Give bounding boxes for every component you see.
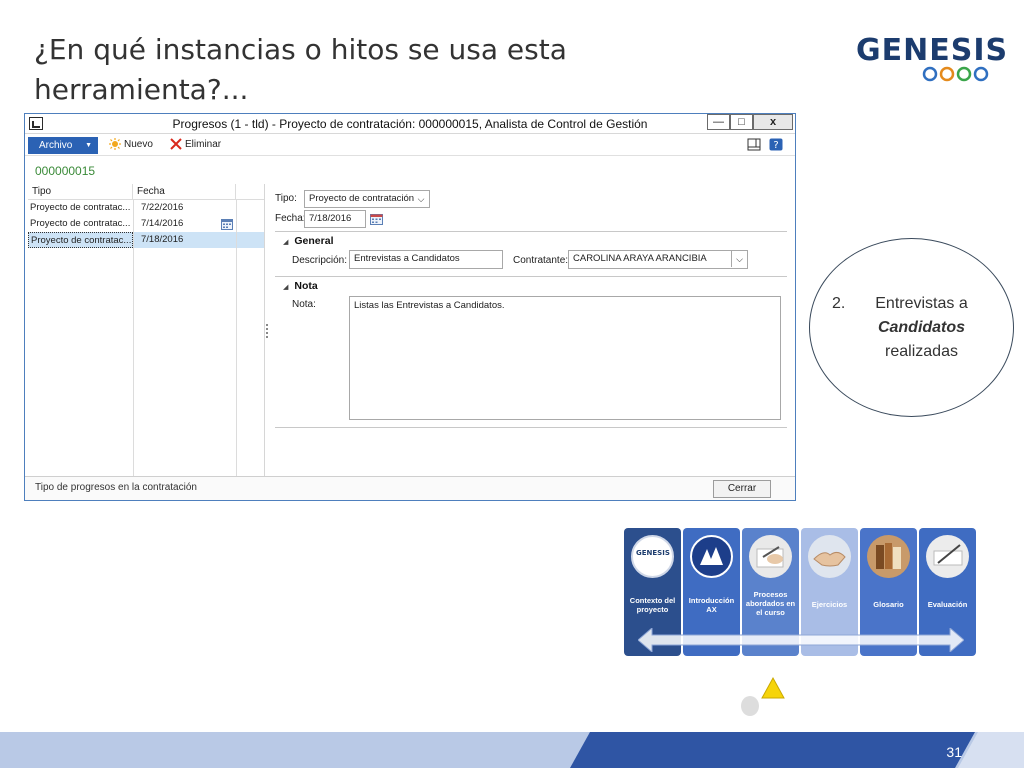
help-icon[interactable]: ? xyxy=(769,138,783,151)
pen-paper-icon xyxy=(926,535,969,578)
minimize-button[interactable]: — xyxy=(707,114,730,130)
books-icon xyxy=(867,535,910,578)
calendar-icon[interactable] xyxy=(221,218,233,230)
page-number: 31 xyxy=(946,744,962,760)
footer-band xyxy=(0,732,1024,768)
nav-tile-label: Ejercicios xyxy=(811,600,848,609)
nuevo-button[interactable]: Nuevo xyxy=(109,138,153,150)
handshake-icon xyxy=(808,535,851,578)
nav-tile-label: Introducción AX xyxy=(688,596,735,614)
delete-x-icon xyxy=(170,138,182,150)
status-bar: Tipo de progresos en la contratación Cer… xyxy=(25,476,795,500)
slide-title: ¿En qué instancias o hitos se usa esta h… xyxy=(34,33,567,106)
close-window-button[interactable]: x xyxy=(753,114,793,130)
toolbar: Archivo Nuevo Eliminar ? xyxy=(25,134,795,156)
course-nav-tiles: GENESIS Contexto del proyecto Introducci… xyxy=(624,528,978,658)
genesis-logo: GENESIS xyxy=(856,33,1009,86)
callout-line3: realizadas xyxy=(885,343,958,360)
nav-tile-label: Procesos abordados en el curso xyxy=(745,590,796,617)
nota-header-label: Nota xyxy=(294,280,318,292)
row-tipo-cell: Proyecto de contratac... xyxy=(30,202,131,213)
column-header-tipo[interactable]: Tipo xyxy=(28,184,133,199)
table-row[interactable]: Proyecto de contratac... 7/22/2016 xyxy=(28,200,264,216)
table-row-selected[interactable]: Proyecto de contratac... 7/18/2016 xyxy=(28,232,264,248)
eliminar-label: Eliminar xyxy=(185,138,222,150)
general-section-header[interactable]: ◢ General xyxy=(283,235,334,247)
tipo-label: Tipo: xyxy=(275,193,297,204)
cerrar-button[interactable]: Cerrar xyxy=(713,480,771,498)
contratante-label: Contratante: xyxy=(513,255,569,266)
record-id: 000000015 xyxy=(35,164,96,178)
dynamics-logo-icon xyxy=(690,535,733,578)
general-header-label: General xyxy=(294,235,334,247)
collapse-triangle-icon: ◢ xyxy=(283,284,289,291)
archivo-menu-button[interactable]: Archivo xyxy=(28,137,98,154)
nota-section-header[interactable]: ◢ Nota xyxy=(283,280,318,292)
descripcion-input[interactable]: Entrevistas a Candidatos xyxy=(349,250,503,269)
nav-tile-label: Evaluación xyxy=(927,600,968,609)
fecha-label: Fecha: xyxy=(275,213,306,224)
chevron-down-icon: ⌵ xyxy=(731,251,747,267)
writing-hand-icon xyxy=(749,535,792,578)
progress-list-grid: Tipo Fecha Proyecto de contratac... 7/22… xyxy=(28,184,265,476)
logo-text: GENESIS xyxy=(856,33,1009,68)
nota-textarea[interactable]: Listas las Entrevistas a Candidatos. xyxy=(349,296,781,420)
nota-label: Nota: xyxy=(292,299,316,310)
nav-tile-label: Contexto del proyecto xyxy=(629,596,676,614)
tipo-select[interactable]: Proyecto de contratación ⌵ xyxy=(304,190,430,208)
window-title: Progresos (1 - tld) - Proyecto de contra… xyxy=(172,117,648,131)
svg-text:?: ? xyxy=(773,140,778,151)
nuevo-label: Nuevo xyxy=(124,138,153,150)
callout-circle: 2. Entrevistas a Candidatos realizadas xyxy=(809,238,1014,417)
pointer-arrow-icon xyxy=(741,676,785,716)
panel-layout-icon[interactable] xyxy=(747,138,761,151)
window-titlebar[interactable]: Progresos (1 - tld) - Proyecto de contra… xyxy=(25,114,795,134)
collapse-triangle-icon: ◢ xyxy=(283,239,289,246)
genesis-logo-icon: GENESIS xyxy=(631,535,674,578)
row-fecha-cell: 7/18/2016 xyxy=(141,234,184,245)
double-arrow-icon xyxy=(638,628,964,652)
pane-splitter[interactable] xyxy=(265,184,269,476)
sun-new-icon xyxy=(109,138,121,150)
date-picker-icon[interactable] xyxy=(370,213,383,225)
row-tipo-cell: Proyecto de contratac... xyxy=(30,218,131,229)
row-tipo-cell: Proyecto de contratac... xyxy=(28,232,133,248)
row-fecha-cell: 7/22/2016 xyxy=(141,202,184,213)
table-row[interactable]: Proyecto de contratac... 7/14/2016 xyxy=(28,216,264,232)
contratante-value: CAROLINA ARAYA ARANCIBIA xyxy=(573,253,707,264)
callout-line1: Entrevistas a xyxy=(875,295,968,312)
detail-form: Tipo: Proyecto de contratación ⌵ Fecha: … xyxy=(273,184,787,476)
descripcion-label: Descripción: xyxy=(292,255,348,266)
logo-rings-icon xyxy=(922,66,989,82)
app-window: Progresos (1 - tld) - Proyecto de contra… xyxy=(24,113,796,501)
fecha-input[interactable]: 7/18/2016 xyxy=(304,210,366,228)
nav-tile-label: Glosario xyxy=(873,600,904,609)
contratante-select[interactable]: CAROLINA ARAYA ARANCIBIA ⌵ xyxy=(568,250,748,269)
tipo-select-value: Proyecto de contratación xyxy=(309,193,415,204)
restore-button[interactable]: □ xyxy=(730,114,753,130)
column-header-fecha[interactable]: Fecha xyxy=(133,184,236,199)
status-text: Tipo de progresos en la contratación xyxy=(35,482,197,493)
eliminar-button[interactable]: Eliminar xyxy=(170,138,221,150)
chevron-down-icon: ⌵ xyxy=(417,194,425,204)
callout-line2: Candidatos xyxy=(877,319,966,336)
